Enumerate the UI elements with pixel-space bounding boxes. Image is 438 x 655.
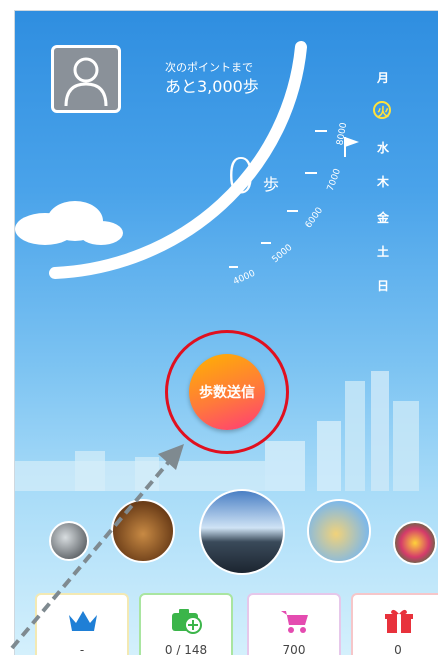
crown-icon: [69, 611, 97, 631]
day-wed[interactable]: 水: [371, 139, 395, 156]
ranking-card[interactable]: -: [35, 593, 129, 655]
photo-thumbnail[interactable]: [111, 499, 175, 563]
day-mon[interactable]: 月: [371, 69, 395, 86]
gift-value: 0: [394, 643, 402, 655]
step-count: 0: [225, 149, 257, 205]
gift-icon: [385, 609, 413, 633]
camera-plus-icon: [172, 609, 202, 634]
photo-thumbnail[interactable]: [393, 521, 437, 565]
photo-count-value: 0 / 148: [164, 643, 208, 655]
day-sat[interactable]: 土: [371, 243, 395, 260]
gift-card[interactable]: 0: [351, 593, 438, 655]
day-sun[interactable]: 日: [371, 277, 395, 294]
next-point-value: あと3,000歩: [165, 77, 259, 96]
photo-count-card[interactable]: 0 / 148: [139, 593, 233, 655]
cart-icon: [281, 611, 308, 633]
photo-thumbnail[interactable]: [307, 499, 371, 563]
photo-thumbnail[interactable]: [199, 489, 285, 575]
day-fri[interactable]: 金: [371, 209, 395, 226]
points-card[interactable]: 700: [247, 593, 341, 655]
day-tue[interactable]: 火: [371, 103, 395, 120]
points-value: 700: [282, 643, 306, 655]
send-steps-button[interactable]: 歩数送信: [189, 354, 265, 430]
photo-thumbnail[interactable]: [49, 521, 89, 561]
step-unit: 歩: [263, 175, 280, 194]
user-avatar[interactable]: [51, 45, 121, 113]
day-thu[interactable]: 木: [371, 173, 395, 190]
ranking-value: -: [79, 643, 85, 655]
person-icon: [64, 57, 108, 107]
